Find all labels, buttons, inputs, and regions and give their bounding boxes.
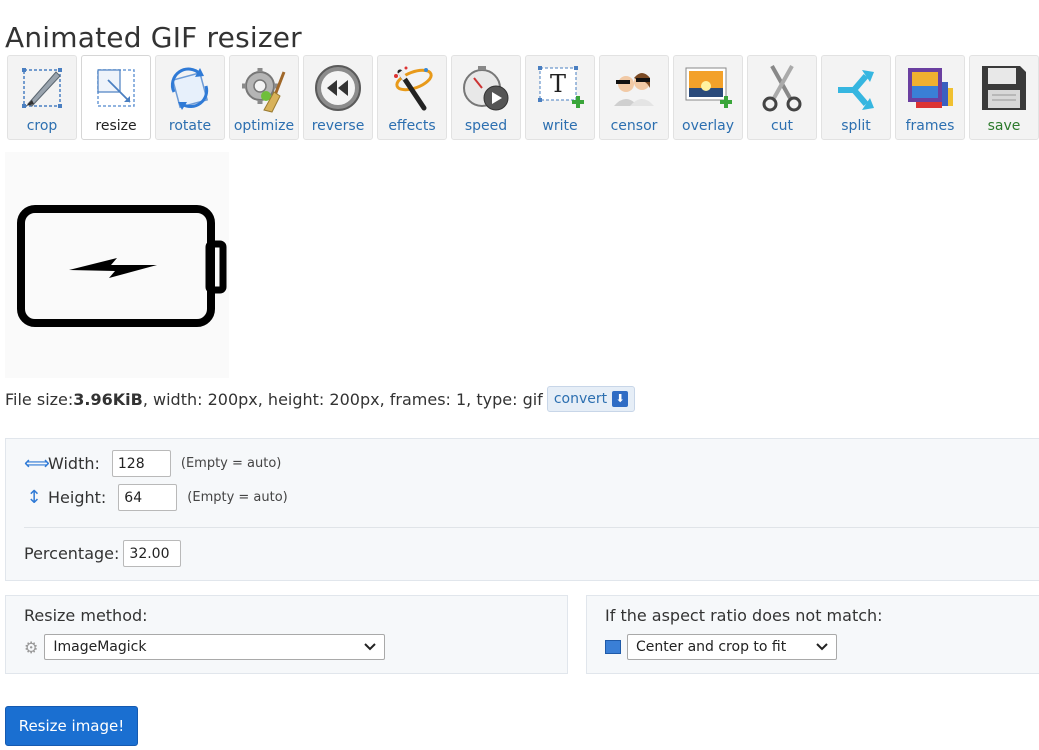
speed-icon xyxy=(458,60,514,116)
tool-censor-label: censor xyxy=(610,118,658,134)
height-label: Height: xyxy=(48,488,107,507)
frames-icon xyxy=(902,60,958,116)
tool-split[interactable]: split xyxy=(821,55,891,140)
tool-split-label: split xyxy=(841,118,871,134)
aspect-ratio-value: Center and crop to fit xyxy=(636,639,787,655)
svg-text:T: T xyxy=(550,70,566,98)
download-arrow-icon: ⬇ xyxy=(612,391,629,407)
aspect-ratio-panel: If the aspect ratio does not match: Cent… xyxy=(586,595,1039,674)
resize-image-button[interactable]: Resize image! xyxy=(5,706,138,746)
tool-speed-label: speed xyxy=(464,118,508,134)
gif-preview xyxy=(5,152,229,378)
tool-cut-label: cut xyxy=(770,118,794,134)
gear-icon: ⚙ xyxy=(24,637,39,657)
size-panel: ⟺ Width: (Empty = auto) ↕ Height: (Empty… xyxy=(5,438,1039,581)
width-hint: (Empty = auto) xyxy=(180,456,282,471)
tool-effects-label: effects xyxy=(388,118,436,134)
save-icon xyxy=(976,60,1032,116)
tool-save-label: save xyxy=(987,118,1021,134)
file-size: 3.96KiB xyxy=(73,389,143,409)
optimize-icon xyxy=(236,60,292,116)
censor-icon xyxy=(606,60,662,116)
resize-method-panel: Resize method: ⚙ ImageMagick xyxy=(5,595,568,674)
tool-resize[interactable]: resize xyxy=(81,55,151,140)
write-icon: T xyxy=(532,60,588,116)
aspect-ratio-row: Center and crop to fit xyxy=(605,634,837,660)
tool-resize-label: resize xyxy=(95,118,137,134)
resize-method-row: ⚙ ImageMagick xyxy=(24,634,386,660)
tool-reverse[interactable]: reverse xyxy=(303,55,373,140)
scissors-icon xyxy=(754,60,810,116)
split-icon xyxy=(828,60,884,116)
tool-optimize-label: optimize xyxy=(233,118,295,134)
percentage-row: Percentage: xyxy=(24,540,182,567)
height-hint: (Empty = auto) xyxy=(187,490,288,505)
crop-icon xyxy=(14,60,70,116)
tool-reverse-label: reverse xyxy=(311,118,365,134)
effects-icon xyxy=(384,60,440,116)
tool-censor[interactable]: censor xyxy=(599,55,669,140)
resize-method-title: Resize method: xyxy=(24,606,148,625)
percentage-input[interactable] xyxy=(123,540,182,567)
convert-button[interactable]: convert ⬇ xyxy=(546,386,636,412)
tool-crop-label: crop xyxy=(26,118,58,134)
tool-overlay[interactable]: overlay xyxy=(673,55,743,140)
tool-rotate[interactable]: rotate xyxy=(155,55,225,140)
image-icon xyxy=(605,640,621,654)
chevron-down-icon xyxy=(816,639,828,655)
rotate-icon xyxy=(162,60,218,116)
tool-crop[interactable]: crop xyxy=(7,55,77,140)
aspect-ratio-select[interactable]: Center and crop to fit xyxy=(627,634,837,660)
file-info: File size: 3.96KiB , width: 200px, heigh… xyxy=(5,386,636,412)
width-row: ⟺ Width: (Empty = auto) xyxy=(24,450,281,477)
tool-write[interactable]: T write xyxy=(525,55,595,140)
height-row: ↕ Height: (Empty = auto) xyxy=(24,484,288,511)
tool-speed[interactable]: speed xyxy=(451,55,521,140)
width-input[interactable] xyxy=(111,450,171,477)
page-title: Animated GIF resizer xyxy=(5,20,302,54)
chevron-down-icon xyxy=(364,639,377,655)
tool-rotate-label: rotate xyxy=(168,118,212,134)
resize-icon xyxy=(88,60,144,116)
tool-frames[interactable]: frames xyxy=(895,55,965,140)
aspect-ratio-title: If the aspect ratio does not match: xyxy=(605,606,883,625)
horizontal-arrows-icon: ⟺ xyxy=(24,453,50,474)
file-info-details: , width: 200px, height: 200px, frames: 1… xyxy=(142,389,543,409)
reverse-icon xyxy=(310,60,366,116)
percentage-label: Percentage: xyxy=(24,544,120,563)
tool-optimize[interactable]: optimize xyxy=(229,55,299,140)
width-label: Width: xyxy=(48,454,100,473)
resize-method-select[interactable]: ImageMagick xyxy=(44,634,386,660)
battery-charging-icon xyxy=(17,205,227,327)
tool-toolbar: crop resize rotate optimize reverse effe… xyxy=(7,55,1039,141)
convert-label: convert xyxy=(553,391,608,407)
size-divider xyxy=(24,527,1039,528)
vertical-arrows-icon: ↕ xyxy=(26,487,42,508)
height-input[interactable] xyxy=(118,484,178,511)
tool-frames-label: frames xyxy=(905,118,955,134)
tool-save[interactable]: save xyxy=(969,55,1039,140)
resize-method-value: ImageMagick xyxy=(53,639,147,655)
overlay-icon xyxy=(680,60,736,116)
file-info-prefix: File size: xyxy=(5,389,74,409)
tool-overlay-label: overlay xyxy=(682,118,734,134)
tool-cut[interactable]: cut xyxy=(747,55,817,140)
tool-write-label: write xyxy=(542,118,578,134)
tool-effects[interactable]: effects xyxy=(377,55,447,140)
